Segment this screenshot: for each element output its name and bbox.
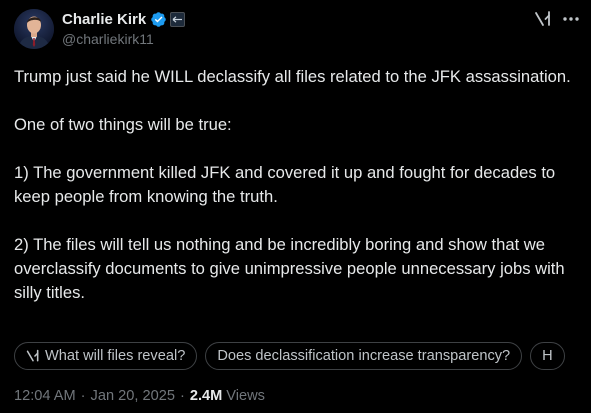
tweet-paragraph: Trump just said he WILL declassify all f… [14,67,571,86]
chip-label: Does declassification increase transpare… [217,348,511,364]
views-label: Views [226,388,265,404]
grok-suggestion-chip[interactable]: H [530,342,565,370]
grok-suggestion-chip[interactable]: Does declassification increase transpare… [205,342,523,370]
grok-icon [26,349,40,363]
author-name[interactable]: Charlie Kirk [62,11,146,28]
author-handle[interactable]: @charliekirk11 [62,31,154,47]
views-count: 2.4M [189,388,223,404]
tweet-time[interactable]: 12:04 AM [14,388,76,404]
verified-badge-icon [150,11,167,28]
tweet-date[interactable]: Jan 20, 2025 [91,388,175,404]
tweet-text: Trump just said he WILL declassify all f… [14,65,584,305]
grok-suggestion-chip[interactable]: What will files reveal? [14,342,198,370]
grok-icon[interactable] [534,10,552,28]
meta-separator: · [179,388,185,404]
avatar[interactable] [14,9,54,49]
affiliation-badge-icon[interactable] [170,11,186,27]
chip-label: H [542,348,553,364]
more-icon[interactable] [562,10,580,28]
tweet-paragraph: One of two things will be true: [14,115,232,134]
tweet-meta: 12:04 AM · Jan 20, 2025 · 2.4M Views [14,388,265,404]
tweet-paragraph: 2) The files will tell us nothing and be… [14,235,565,302]
chip-label: What will files reveal? [45,348,186,364]
meta-separator: · [80,388,86,404]
grok-suggestions: What will files reveal? Does declassific… [0,338,591,374]
avatar-image [14,9,54,49]
author-name-row: Charlie Kirk [62,10,186,28]
tweet-card: Charlie Kirk @charliekirk11 Trump just s… [0,0,591,413]
tweet-paragraph: 1) The government killed JFK and covered… [14,163,556,206]
